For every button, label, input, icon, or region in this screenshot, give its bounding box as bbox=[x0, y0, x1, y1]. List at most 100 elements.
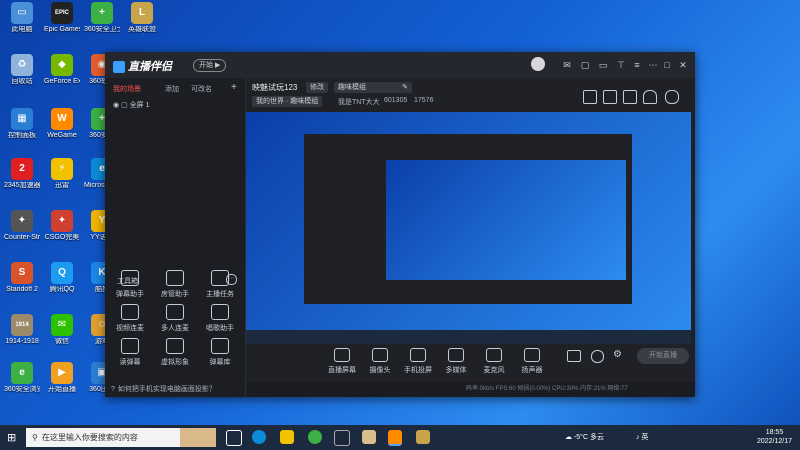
desktop-icon[interactable]: ▶ 开始直播 bbox=[44, 362, 80, 394]
desktop-icon[interactable]: e 360安全浏览器 bbox=[4, 362, 40, 394]
desktop-icon[interactable]: Q 腾讯QQ bbox=[44, 262, 80, 294]
layout-icon[interactable] bbox=[603, 90, 617, 104]
live-companion-window: 直播伴侣 开始 ▶ ✉ ▢ ▭ ⊤ ≡ ⋯ □ ✕ 我的场景 添加 可改名 + … bbox=[105, 52, 695, 397]
left-panel: 我的场景 添加 可改名 + ◉ ▢ 全屏 1 工具箱 ⋯ 弹幕助手 房管助手 主播任… bbox=[105, 78, 246, 397]
steam-icon[interactable] bbox=[334, 430, 350, 446]
360-browser-icon[interactable] bbox=[308, 430, 322, 444]
clock[interactable]: 18:55 2022/12/17 bbox=[757, 428, 792, 446]
desktop-icon[interactable]: L 英雄联盟 bbox=[124, 2, 160, 34]
desktop-icon[interactable]: +360安全卫士 bbox=[84, 2, 120, 34]
tab-add[interactable]: 添加 bbox=[165, 84, 179, 94]
more-icon[interactable]: ⋯ bbox=[647, 59, 659, 71]
preview-icon[interactable] bbox=[591, 350, 604, 363]
desktop-icon[interactable]: ▭ 此电脑 bbox=[4, 2, 40, 34]
desktop-icon[interactable]: S Standoff 2 bbox=[4, 262, 40, 294]
tool-label: 视频连麦 bbox=[116, 325, 144, 332]
help-tip[interactable]: ? 如何把手机实现电脑画面投影？ bbox=[105, 382, 245, 397]
source-icon bbox=[448, 348, 464, 362]
desktop-icon[interactable]: ⚡ 迅雷 bbox=[44, 158, 80, 190]
logo-icon bbox=[113, 61, 125, 74]
share-icon[interactable] bbox=[665, 90, 679, 104]
grid-icon[interactable] bbox=[623, 90, 637, 104]
tab-my-scenes[interactable]: 我的场景 bbox=[113, 84, 141, 94]
desktop-icon[interactable]: W WeGame bbox=[44, 108, 80, 140]
task-view-icon[interactable] bbox=[226, 430, 242, 446]
tool-button[interactable]: 多人连麦 bbox=[155, 304, 195, 333]
app-icon[interactable] bbox=[362, 430, 376, 444]
screenshot-icon[interactable] bbox=[583, 90, 597, 104]
source-button[interactable]: 多媒体 bbox=[436, 348, 476, 375]
settings-gear-icon[interactable]: ⚙ bbox=[613, 349, 622, 360]
desktop-icon[interactable]: ✦ Counter-Strike bbox=[4, 210, 40, 242]
desktop-icon-label: 360安全卫士 bbox=[84, 26, 120, 33]
desktop-icon-label: 腾讯QQ bbox=[49, 286, 75, 293]
source-button[interactable]: 扬声器 bbox=[512, 348, 552, 375]
shirt-icon[interactable]: ⊤ bbox=[615, 59, 627, 71]
desktop-icon[interactable]: 2 2345加速器 bbox=[4, 158, 40, 190]
tool-button[interactable]: 唱歌助手 bbox=[200, 304, 240, 333]
category-select[interactable]: 趣味模组 ✎ bbox=[334, 82, 412, 93]
tool-button[interactable]: 视频连麦 bbox=[110, 304, 150, 333]
maximize-icon[interactable]: □ bbox=[661, 59, 673, 71]
nested-taskbar bbox=[246, 330, 691, 344]
tag-game[interactable]: 我的世界 · 趣味模组 bbox=[252, 96, 323, 107]
tool-icon bbox=[121, 270, 139, 286]
desktop-app-icon: ◆ bbox=[51, 54, 73, 76]
tool-button[interactable]: 弹幕库 bbox=[200, 338, 240, 367]
desktop-icon-label: 此电脑 bbox=[11, 26, 33, 33]
desktop-icon-label: Epic Games Launcher bbox=[44, 26, 80, 33]
volume-icon[interactable]: ♪ bbox=[636, 434, 640, 441]
source-button[interactable]: 摄像头 bbox=[360, 348, 400, 375]
mode-badge[interactable]: 开始 ▶ bbox=[193, 59, 227, 72]
bell-icon[interactable] bbox=[643, 90, 657, 104]
mail-icon[interactable]: ✉ bbox=[561, 59, 573, 71]
source-button[interactable]: 直播屏幕 bbox=[322, 348, 362, 375]
add-scene-icon[interactable]: + bbox=[231, 82, 237, 93]
tool-button[interactable]: 主播任务 bbox=[200, 270, 240, 299]
desktop-icon[interactable]: ◆ GeForce Experience bbox=[44, 54, 80, 86]
desktop-icon[interactable]: EPIC Epic Games Launcher bbox=[44, 2, 80, 34]
source-button[interactable]: 麦克风 bbox=[474, 348, 514, 375]
record-icon[interactable] bbox=[567, 350, 581, 362]
tab-rename[interactable]: 可改名 bbox=[191, 84, 212, 94]
clock-date: 2022/12/17 bbox=[756, 438, 792, 445]
tool-icon bbox=[166, 304, 184, 320]
room-title: 映魅试玩123 bbox=[252, 83, 298, 92]
live-companion-task-icon[interactable] bbox=[388, 430, 402, 446]
edit-title-button[interactable]: 修改 bbox=[306, 82, 328, 93]
desktop-icon[interactable]: ▦ 控制面板 bbox=[4, 108, 40, 140]
source-bar: 直播屏幕 摄像头 手机投屏 多媒体 麦克风 扬声器 bbox=[246, 344, 695, 382]
start-live-button[interactable]: 开始直播 bbox=[637, 348, 689, 364]
lock-icon[interactable]: ▢ bbox=[121, 102, 128, 109]
message-icon[interactable]: ▢ bbox=[579, 59, 591, 71]
desktop-icon[interactable]: 1914 1914-1918 bbox=[4, 314, 40, 346]
tool-icon bbox=[211, 338, 229, 354]
tool-button[interactable]: 弹幕助手 bbox=[110, 270, 150, 299]
system-tray[interactable]: ☁ -5°C 多云 ♪ 英 bbox=[565, 432, 648, 442]
desktop-icon[interactable]: ✉ 微信 bbox=[44, 314, 80, 346]
room-id: 601305 bbox=[384, 97, 408, 104]
desktop-icon[interactable]: ✦ CSGO完美 bbox=[44, 210, 80, 242]
ime-indicator[interactable]: 英 bbox=[641, 434, 648, 441]
eye-icon[interactable]: ◉ bbox=[113, 102, 119, 109]
scene-item[interactable]: ◉ ▢ 全屏 1 bbox=[113, 100, 149, 110]
game-icon[interactable] bbox=[416, 430, 430, 444]
menu-icon[interactable]: ≡ bbox=[631, 59, 643, 71]
tool-button[interactable]: 房管助手 bbox=[155, 270, 195, 299]
screen-icon[interactable]: ▭ bbox=[597, 59, 609, 71]
scene-name: 全屏 1 bbox=[129, 102, 150, 109]
stream-preview[interactable] bbox=[246, 112, 691, 344]
source-button[interactable]: 手机投屏 bbox=[398, 348, 438, 375]
tool-label: 虚拟形象 bbox=[161, 359, 189, 366]
status-bar: 码率:0kb/s FPS:60 帧损(0.00%) CPU:30% 内存:21%… bbox=[246, 382, 695, 397]
tool-button[interactable]: 读弹幕 bbox=[110, 338, 150, 367]
taskbar: ⊞ ⚲ 在这里输入你要搜索的内容 ☁ -5°C 多云 ♪ 英 18:55 2022/… bbox=[0, 425, 800, 450]
desktop-icon[interactable]: ♻ 回收站 bbox=[4, 54, 40, 86]
windows-start-icon[interactable]: ⊞ bbox=[7, 431, 16, 444]
tool-label: 房管助手 bbox=[161, 291, 189, 298]
tool-button[interactable]: 虚拟形象 bbox=[155, 338, 195, 367]
edge-icon[interactable] bbox=[252, 430, 266, 444]
avatar[interactable] bbox=[531, 57, 545, 71]
close-icon[interactable]: ✕ bbox=[677, 59, 689, 71]
file-explorer-icon[interactable] bbox=[280, 430, 294, 444]
